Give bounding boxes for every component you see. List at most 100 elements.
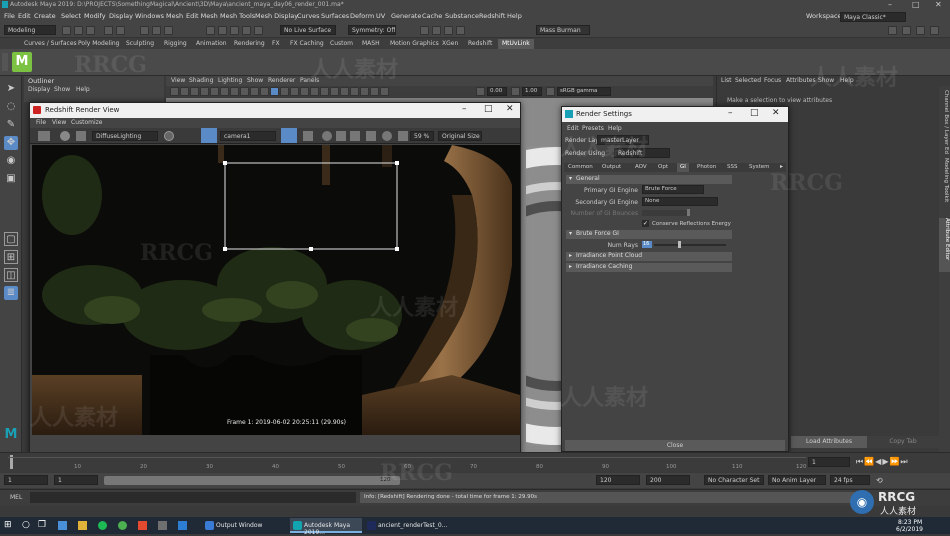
load-attributes-button[interactable]: Load Attributes: [791, 436, 867, 448]
snap-curve-icon[interactable]: [218, 26, 227, 35]
redo-icon[interactable]: [116, 26, 125, 35]
channel-icon[interactable]: [164, 131, 174, 141]
snap-surface-icon[interactable]: [254, 26, 263, 35]
user-account[interactable]: Mass Burman: [536, 25, 590, 35]
camera-select[interactable]: camera1: [220, 131, 276, 141]
attr-menu-list[interactable]: List: [721, 77, 732, 84]
textured-icon[interactable]: [290, 87, 299, 96]
bucket-icon[interactable]: [303, 131, 313, 141]
modeling-toolkit-icon[interactable]: [888, 26, 897, 35]
attr-menu-help[interactable]: Help: [840, 77, 854, 84]
safe-action-icon[interactable]: [250, 87, 259, 96]
shelf-tab-animation[interactable]: Animation: [192, 39, 231, 49]
outliner-menu-help[interactable]: Help: [76, 86, 90, 93]
menu-display[interactable]: Display: [109, 12, 133, 20]
command-input[interactable]: [30, 492, 356, 503]
chrome-icon[interactable]: [118, 521, 127, 530]
outliner-menu-show[interactable]: Show: [54, 86, 70, 93]
taskbar-premiere[interactable]: ancient_renderTest_0...: [364, 518, 454, 533]
gi-bounces-field[interactable]: [642, 210, 688, 216]
shelf-tab-redshift[interactable]: Redshift: [464, 39, 496, 49]
playback-controls[interactable]: ⏮⏪◀▶⏩⏭: [856, 457, 909, 467]
ipr-render-icon[interactable]: [432, 26, 441, 35]
render-using-select[interactable]: Redshift: [614, 148, 670, 158]
resolution-gate-icon[interactable]: [220, 87, 229, 96]
focus-icon[interactable]: [366, 131, 376, 141]
snapshot-icon[interactable]: [76, 131, 86, 141]
size-select[interactable]: Original Size: [438, 131, 482, 141]
safe-title-icon[interactable]: [260, 87, 269, 96]
image-plane-icon[interactable]: [190, 87, 199, 96]
app-icon[interactable]: [138, 521, 147, 530]
rset-tab-opt[interactable]: Opt: [658, 164, 668, 170]
rset-menu-presets[interactable]: Presets: [582, 125, 604, 132]
spotify-icon[interactable]: [98, 521, 107, 530]
rset-menu-help[interactable]: Help: [608, 125, 622, 132]
menu-redshift[interactable]: Redshift: [479, 12, 505, 20]
scale-tool-icon[interactable]: ▣: [4, 172, 18, 186]
rset-tab-common[interactable]: Common: [568, 164, 593, 170]
menu-file[interactable]: File: [4, 12, 15, 20]
menu-edit[interactable]: Edit: [18, 12, 31, 20]
wireframe-icon[interactable]: [270, 87, 279, 96]
menu-uv[interactable]: UV: [376, 12, 385, 20]
outliner-menu-display[interactable]: Display: [28, 86, 50, 93]
minimize-button[interactable]: –: [888, 0, 892, 9]
move-tool-icon[interactable]: ✥: [4, 136, 18, 150]
conserve-checkbox[interactable]: ✓: [642, 220, 649, 227]
rset-tab-sss[interactable]: SSS: [727, 164, 737, 170]
shelf-tab-xgen[interactable]: XGen: [438, 39, 462, 49]
copy-tab-button[interactable]: Copy Tab: [867, 436, 939, 448]
field-chart-icon[interactable]: [240, 87, 249, 96]
color-picker-icon[interactable]: [322, 131, 332, 141]
outliner-layout-icon[interactable]: ≣: [4, 286, 18, 300]
menu-mesh-tools[interactable]: Mesh Tools: [220, 12, 255, 20]
select-tool-icon[interactable]: ➤: [4, 82, 18, 96]
isolate-select-icon[interactable]: [350, 87, 359, 96]
smooth-shade-icon[interactable]: [280, 87, 289, 96]
rset-tab-system[interactable]: System: [749, 164, 770, 170]
num-rays-field[interactable]: 16: [642, 241, 652, 248]
range-end-field[interactable]: 120: [596, 475, 640, 485]
depth-of-field-icon[interactable]: [340, 87, 349, 96]
shelf-settings-icon[interactable]: [2, 53, 8, 71]
primary-gi-select[interactable]: Brute Force: [642, 185, 704, 194]
clock-time[interactable]: 8:23 PM: [898, 519, 922, 526]
shelf-tab-mtuvlink[interactable]: MtUvLink: [498, 39, 534, 49]
menu-mesh[interactable]: Mesh: [166, 12, 183, 20]
rset-tab-gi[interactable]: GI: [677, 163, 689, 172]
num-rays-slider-handle[interactable]: [678, 241, 681, 248]
tool-settings-icon[interactable]: [930, 26, 939, 35]
character-set-select[interactable]: No Character Set: [704, 475, 764, 485]
section-brute-force-gi[interactable]: Brute Force GI: [566, 230, 732, 239]
lasso-tool-icon[interactable]: ◌: [4, 100, 18, 114]
render-view-minimize-button[interactable]: –: [462, 104, 467, 114]
gate-mask-icon[interactable]: [230, 87, 239, 96]
render-frame-icon[interactable]: [420, 26, 429, 35]
anti-aliasing-icon[interactable]: [330, 87, 339, 96]
render-view-menu-view[interactable]: View: [52, 119, 66, 126]
render-image[interactable]: Frame 1: 2019-06-02 20:25:11 (29.90s): [32, 145, 520, 435]
ambient-occlusion-icon[interactable]: [320, 87, 329, 96]
bookmark-icon[interactable]: [180, 87, 189, 96]
menu-substance[interactable]: Substance: [445, 12, 479, 20]
app-icon[interactable]: [178, 521, 187, 530]
shelf-tab-custom[interactable]: Custom: [326, 39, 357, 49]
rset-tab-photon[interactable]: Photon: [697, 164, 716, 170]
clapperboard-icon[interactable]: [38, 131, 50, 141]
shelf-tab-rendering[interactable]: Rendering: [230, 39, 269, 49]
two-pane-layout-icon[interactable]: ◫: [4, 268, 18, 282]
section-general[interactable]: General: [566, 175, 732, 184]
section-irradiance-point-cloud[interactable]: Irradiance Point Cloud: [566, 252, 732, 261]
rotate-tool-icon[interactable]: ◉: [4, 154, 18, 168]
viewport-menu-view[interactable]: View: [171, 77, 185, 84]
side-tab-modeling-toolkit[interactable]: Modeling Toolkit: [940, 158, 949, 214]
render-view-menu-file[interactable]: File: [36, 119, 46, 126]
range-start-field[interactable]: 1: [4, 475, 48, 485]
app-icon[interactable]: [158, 521, 167, 530]
viewport-menu-show[interactable]: Show: [247, 77, 263, 84]
workspace-select[interactable]: Maya Classic*: [840, 12, 906, 22]
render-settings-minimize-button[interactable]: –: [728, 108, 733, 118]
side-tab-attribute-editor[interactable]: Attribute Editor: [939, 218, 950, 272]
histogram-icon[interactable]: [336, 131, 346, 141]
